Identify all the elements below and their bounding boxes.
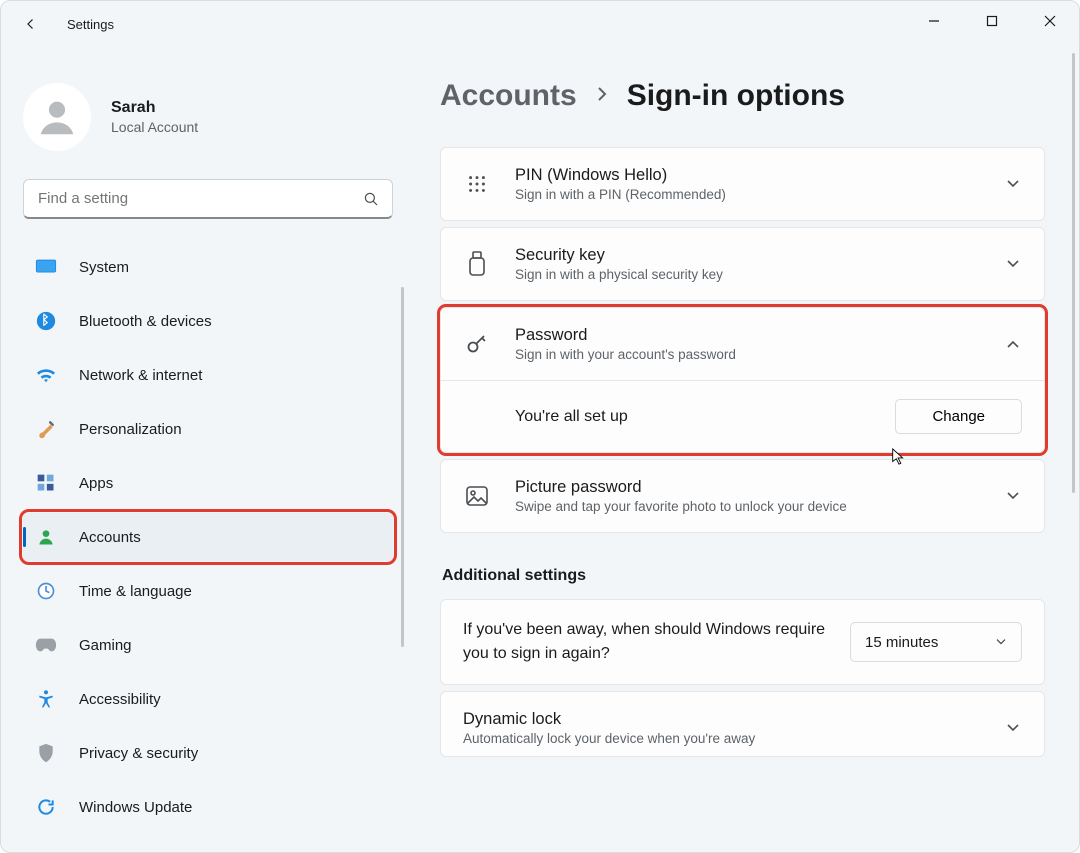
sidebar-item-label: System xyxy=(79,259,129,276)
chevron-up-icon xyxy=(1004,335,1022,353)
sidebar-item-label: Time & language xyxy=(79,583,192,600)
window-title: Settings xyxy=(67,17,114,32)
option-title: Security key xyxy=(515,246,980,265)
away-dropdown[interactable]: 15 minutes xyxy=(850,622,1022,662)
option-dynamic-lock[interactable]: Dynamic lock Automatically lock your dev… xyxy=(440,691,1045,757)
chevron-down-icon xyxy=(1004,255,1022,273)
sidebar-item-apps[interactable]: Apps xyxy=(23,459,393,507)
option-pin[interactable]: PIN (Windows Hello) Sign in with a PIN (… xyxy=(440,147,1045,221)
accessibility-icon xyxy=(35,688,57,710)
sidebar-item-accounts[interactable]: Accounts xyxy=(23,513,393,561)
sidebar-item-update[interactable]: Windows Update xyxy=(23,783,393,831)
dropdown-value: 15 minutes xyxy=(865,634,938,651)
close-button[interactable] xyxy=(1021,1,1079,41)
update-icon xyxy=(35,796,57,818)
minimize-button[interactable] xyxy=(905,1,963,41)
sidebar-scrollbar[interactable] xyxy=(401,287,404,647)
sidebar-item-label: Privacy & security xyxy=(79,745,198,762)
sidebar-item-time-language[interactable]: Time & language xyxy=(23,567,393,615)
person-icon xyxy=(34,94,80,140)
option-title: Password xyxy=(515,326,980,345)
option-subtitle: Swipe and tap your favorite photo to unl… xyxy=(515,499,980,514)
back-button[interactable] xyxy=(19,12,43,36)
gamepad-icon xyxy=(35,634,57,656)
option-password[interactable]: Password Sign in with your account's pas… xyxy=(440,307,1045,453)
sidebar-item-system[interactable]: System xyxy=(23,243,393,291)
search-input[interactable] xyxy=(36,189,362,208)
breadcrumb: Accounts Sign-in options xyxy=(440,79,1045,113)
apps-icon xyxy=(35,472,57,494)
sidebar-item-label: Apps xyxy=(79,475,113,492)
main-panel: Accounts Sign-in options PIN (Windows He… xyxy=(406,47,1079,852)
sidebar-item-label: Network & internet xyxy=(79,367,202,384)
away-setting: If you've been away, when should Windows… xyxy=(440,599,1045,685)
chevron-down-icon xyxy=(995,638,1007,646)
shield-icon xyxy=(35,742,57,764)
sidebar-item-accessibility[interactable]: Accessibility xyxy=(23,675,393,723)
option-subtitle: Sign in with a physical security key xyxy=(515,267,980,282)
option-title: PIN (Windows Hello) xyxy=(515,166,980,185)
sidebar-item-label: Accounts xyxy=(79,529,141,546)
chevron-right-icon xyxy=(595,85,609,108)
main-scrollbar[interactable] xyxy=(1072,53,1075,493)
bluetooth-icon xyxy=(35,310,57,332)
option-subtitle: Sign in with a PIN (Recommended) xyxy=(515,187,980,202)
option-subtitle: Sign in with your account's password xyxy=(515,347,980,362)
back-arrow-icon xyxy=(22,15,40,33)
password-status-text: You're all set up xyxy=(515,408,895,426)
option-subtitle: Automatically lock your device when you'… xyxy=(463,731,980,746)
sidebar-item-label: Bluetooth & devices xyxy=(79,313,212,330)
avatar xyxy=(23,83,91,151)
sidebar-item-bluetooth[interactable]: Bluetooth & devices xyxy=(23,297,393,345)
maximize-button[interactable] xyxy=(963,1,1021,41)
sidebar-item-label: Gaming xyxy=(79,637,132,654)
paintbrush-icon xyxy=(35,418,57,440)
window-controls xyxy=(905,1,1079,41)
additional-settings-heading: Additional settings xyxy=(442,567,1045,585)
chevron-down-icon xyxy=(1004,175,1022,193)
away-description: If you've been away, when should Windows… xyxy=(463,618,850,666)
search-icon xyxy=(362,190,380,208)
sidebar-item-label: Windows Update xyxy=(79,799,192,816)
minimize-icon xyxy=(928,15,940,27)
nav-list: System Bluetooth & devices Network & int… xyxy=(23,243,406,835)
search-box[interactable] xyxy=(23,179,393,219)
sidebar: Sarah Local Account System Bluetooth & d… xyxy=(1,47,406,852)
sidebar-item-label: Personalization xyxy=(79,421,182,438)
sidebar-item-privacy[interactable]: Privacy & security xyxy=(23,729,393,777)
account-icon xyxy=(35,526,57,548)
usb-key-icon xyxy=(463,250,491,278)
settings-window: Settings Sarah Local Account xyxy=(0,0,1080,853)
sidebar-item-gaming[interactable]: Gaming xyxy=(23,621,393,669)
sidebar-item-label: Accessibility xyxy=(79,691,161,708)
wifi-icon xyxy=(35,364,57,386)
breadcrumb-current: Sign-in options xyxy=(627,79,845,113)
profile-subtitle: Local Account xyxy=(111,119,198,135)
picture-icon xyxy=(463,482,491,510)
key-icon xyxy=(463,330,491,358)
option-picture-password[interactable]: Picture password Swipe and tap your favo… xyxy=(440,459,1045,533)
chevron-down-icon xyxy=(1004,487,1022,505)
maximize-icon xyxy=(986,15,998,27)
option-security-key[interactable]: Security key Sign in with a physical sec… xyxy=(440,227,1045,301)
close-icon xyxy=(1044,15,1056,27)
option-title: Picture password xyxy=(515,478,980,497)
profile-name: Sarah xyxy=(111,99,198,117)
sidebar-item-personalization[interactable]: Personalization xyxy=(23,405,393,453)
monitor-icon xyxy=(35,256,57,278)
password-expanded-panel: You're all set up Change xyxy=(441,380,1044,452)
profile-block[interactable]: Sarah Local Account xyxy=(23,83,406,151)
option-title: Dynamic lock xyxy=(463,710,980,729)
clock-globe-icon xyxy=(35,580,57,602)
change-password-button[interactable]: Change xyxy=(895,399,1022,434)
chevron-down-icon xyxy=(1004,719,1022,737)
breadcrumb-parent[interactable]: Accounts xyxy=(440,79,577,113)
pin-keypad-icon xyxy=(463,170,491,198)
sidebar-item-network[interactable]: Network & internet xyxy=(23,351,393,399)
